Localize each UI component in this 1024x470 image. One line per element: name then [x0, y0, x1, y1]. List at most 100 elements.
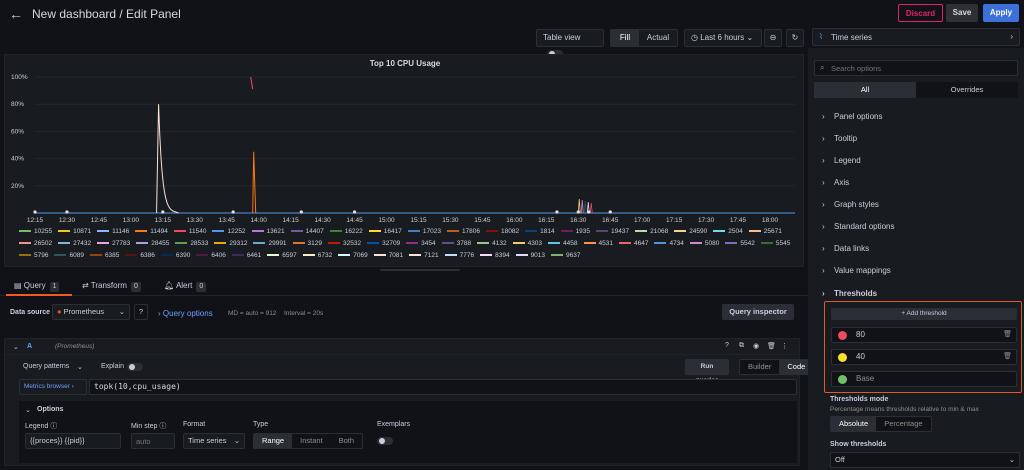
legend-item[interactable]: 3788 [441, 238, 471, 250]
legend-item[interactable]: 9013 [515, 250, 545, 262]
legend-item[interactable]: 5080 [689, 238, 719, 250]
save-button[interactable]: Save [946, 4, 978, 22]
threshold-value[interactable]: 80 [856, 328, 865, 342]
add-threshold-button[interactable]: + Add threshold [831, 308, 1017, 320]
legend-item[interactable]: 16222 [329, 226, 363, 238]
legend-item[interactable]: 12252 [212, 226, 246, 238]
duplicate-icon[interactable]: ⧉ [739, 342, 744, 350]
section-standard-options[interactable]: Standard options [822, 220, 895, 234]
mode-absolute[interactable]: Absolute [831, 417, 877, 431]
legend-item[interactable]: 3454 [406, 238, 436, 250]
legend-item[interactable]: 4458 [548, 238, 578, 250]
visualization-picker[interactable]: ⌇ Time series › [812, 28, 1020, 46]
legend-item[interactable]: 27783 [97, 238, 130, 250]
mode-percentage[interactable]: Percentage [876, 417, 930, 431]
section-data-links[interactable]: Data links [822, 242, 869, 256]
fill-option[interactable]: Fill [611, 30, 639, 46]
show-thresholds-select[interactable]: Off ⌄ [830, 452, 1020, 468]
exemplars-toggle[interactable] [377, 437, 393, 445]
legend-item[interactable]: 7121 [409, 250, 439, 262]
zoom-out-icon[interactable]: ⊖ [764, 29, 782, 47]
query-ref-id[interactable]: A [27, 343, 32, 350]
legend-item[interactable]: 25671 [748, 226, 782, 238]
legend-item[interactable]: 6089 [54, 250, 84, 262]
section-tooltip[interactable]: Tooltip [822, 132, 857, 146]
legend-item[interactable]: 4734 [654, 238, 684, 250]
legend-item[interactable]: 6732 [302, 250, 332, 262]
legend-item[interactable]: 8394 [480, 250, 510, 262]
legend-format-input[interactable]: {{proces}} {{pid}} [25, 433, 121, 449]
legend-item[interactable]: 4647 [618, 238, 648, 250]
legend-item[interactable]: 5545 [760, 238, 790, 250]
format-select[interactable]: Time series ⌄ [183, 433, 245, 449]
legend-item[interactable]: 14407 [290, 226, 324, 238]
apply-button[interactable]: Apply [983, 4, 1019, 22]
legend-item[interactable]: 27432 [58, 238, 91, 250]
legend-item[interactable]: 1935 [560, 226, 590, 238]
section-axis[interactable]: Axis [822, 176, 849, 190]
table-view-toggle[interactable]: Table view [536, 29, 604, 58]
trash-icon[interactable]: 🗑︎ [1003, 352, 1012, 360]
legend-item[interactable]: 7776 [444, 250, 474, 262]
explain-toggle[interactable] [127, 363, 143, 371]
legend-item[interactable]: 4531 [583, 238, 613, 250]
builder-option[interactable]: Builder [740, 360, 779, 374]
threshold-row[interactable]: Base [831, 371, 1017, 387]
legend-item[interactable]: 16417 [368, 226, 402, 238]
actual-option[interactable]: Actual [639, 30, 677, 46]
legend-item[interactable]: 6406 [196, 250, 226, 262]
time-range-picker[interactable]: ◷ Last 6 hours ⌄ [684, 29, 762, 47]
legend-item[interactable]: 26502 [19, 238, 52, 250]
query-inspector-button[interactable]: Query inspector [722, 304, 794, 320]
legend-item[interactable]: 17806 [446, 226, 480, 238]
legend-item[interactable]: 5796 [19, 250, 48, 262]
threshold-row[interactable]: 40 🗑︎ [831, 349, 1017, 365]
threshold-value[interactable]: 40 [856, 350, 865, 364]
legend-item[interactable]: 18082 [486, 226, 519, 238]
tab-transform[interactable]: ⇄ Transform 0 [82, 278, 141, 294]
legend-item[interactable]: 24590 [674, 226, 707, 238]
threshold-row[interactable]: 80 🗑︎ [831, 327, 1017, 343]
legend-item[interactable]: 6385 [89, 250, 119, 262]
eye-icon[interactable]: ◉ [753, 342, 759, 350]
section-graph-styles[interactable]: Graph styles [822, 198, 879, 212]
type-both[interactable]: Both [331, 434, 362, 448]
threshold-color-swatch[interactable] [838, 375, 847, 384]
drag-handle-icon[interactable]: ⋮ [781, 342, 788, 350]
query-options-toggle[interactable]: › Query options [158, 309, 213, 318]
panel-splitter[interactable] [380, 269, 460, 271]
legend-item[interactable]: 10871 [58, 226, 91, 238]
legend-item[interactable]: 3129 [292, 238, 322, 250]
legend-item[interactable]: 7069 [338, 250, 368, 262]
legend-item[interactable]: 10255 [19, 226, 52, 238]
chevron-down-icon[interactable]: ⌄ [25, 406, 31, 414]
discard-button[interactable]: Discard [898, 4, 943, 22]
legend-item[interactable]: 6390 [160, 250, 190, 262]
section-panel-options[interactable]: Panel options [822, 110, 882, 124]
legend-item[interactable]: 2504 [713, 226, 743, 238]
help-icon[interactable]: ? [725, 342, 729, 349]
query-expression-input[interactable]: topk(10,cpu_usage) [89, 379, 797, 395]
legend-item[interactable]: 11146 [97, 226, 129, 238]
legend-item[interactable]: 4132 [477, 238, 507, 250]
legend-item[interactable]: 1814 [525, 226, 555, 238]
trash-icon[interactable]: 🗑︎ [1003, 330, 1012, 338]
refresh-icon[interactable]: ↻ [786, 29, 804, 47]
tab-all[interactable]: All [814, 82, 916, 98]
type-range[interactable]: Range [254, 434, 293, 448]
legend-item[interactable]: 13621 [251, 226, 285, 238]
legend-item[interactable]: 6461 [231, 250, 261, 262]
query-patterns-select[interactable]: Query patterns [23, 363, 69, 370]
datasource-select[interactable]: ● Prometheus ⌄ [52, 304, 130, 320]
legend-item[interactable]: 4303 [512, 238, 542, 250]
legend-item[interactable]: 28455 [136, 238, 169, 250]
search-options-input[interactable] [814, 60, 1018, 76]
legend-item[interactable]: 17023 [407, 226, 441, 238]
trash-icon[interactable]: 🗑︎ [767, 342, 776, 350]
section-legend[interactable]: Legend [822, 154, 861, 168]
legend-item[interactable]: 21068 [635, 226, 668, 238]
section-thresholds[interactable]: Thresholds [822, 287, 877, 301]
tab-query[interactable]: ▤ Query 1 [14, 278, 60, 294]
back-arrow-icon[interactable]: ← [8, 6, 24, 22]
threshold-color-swatch[interactable] [838, 353, 847, 362]
